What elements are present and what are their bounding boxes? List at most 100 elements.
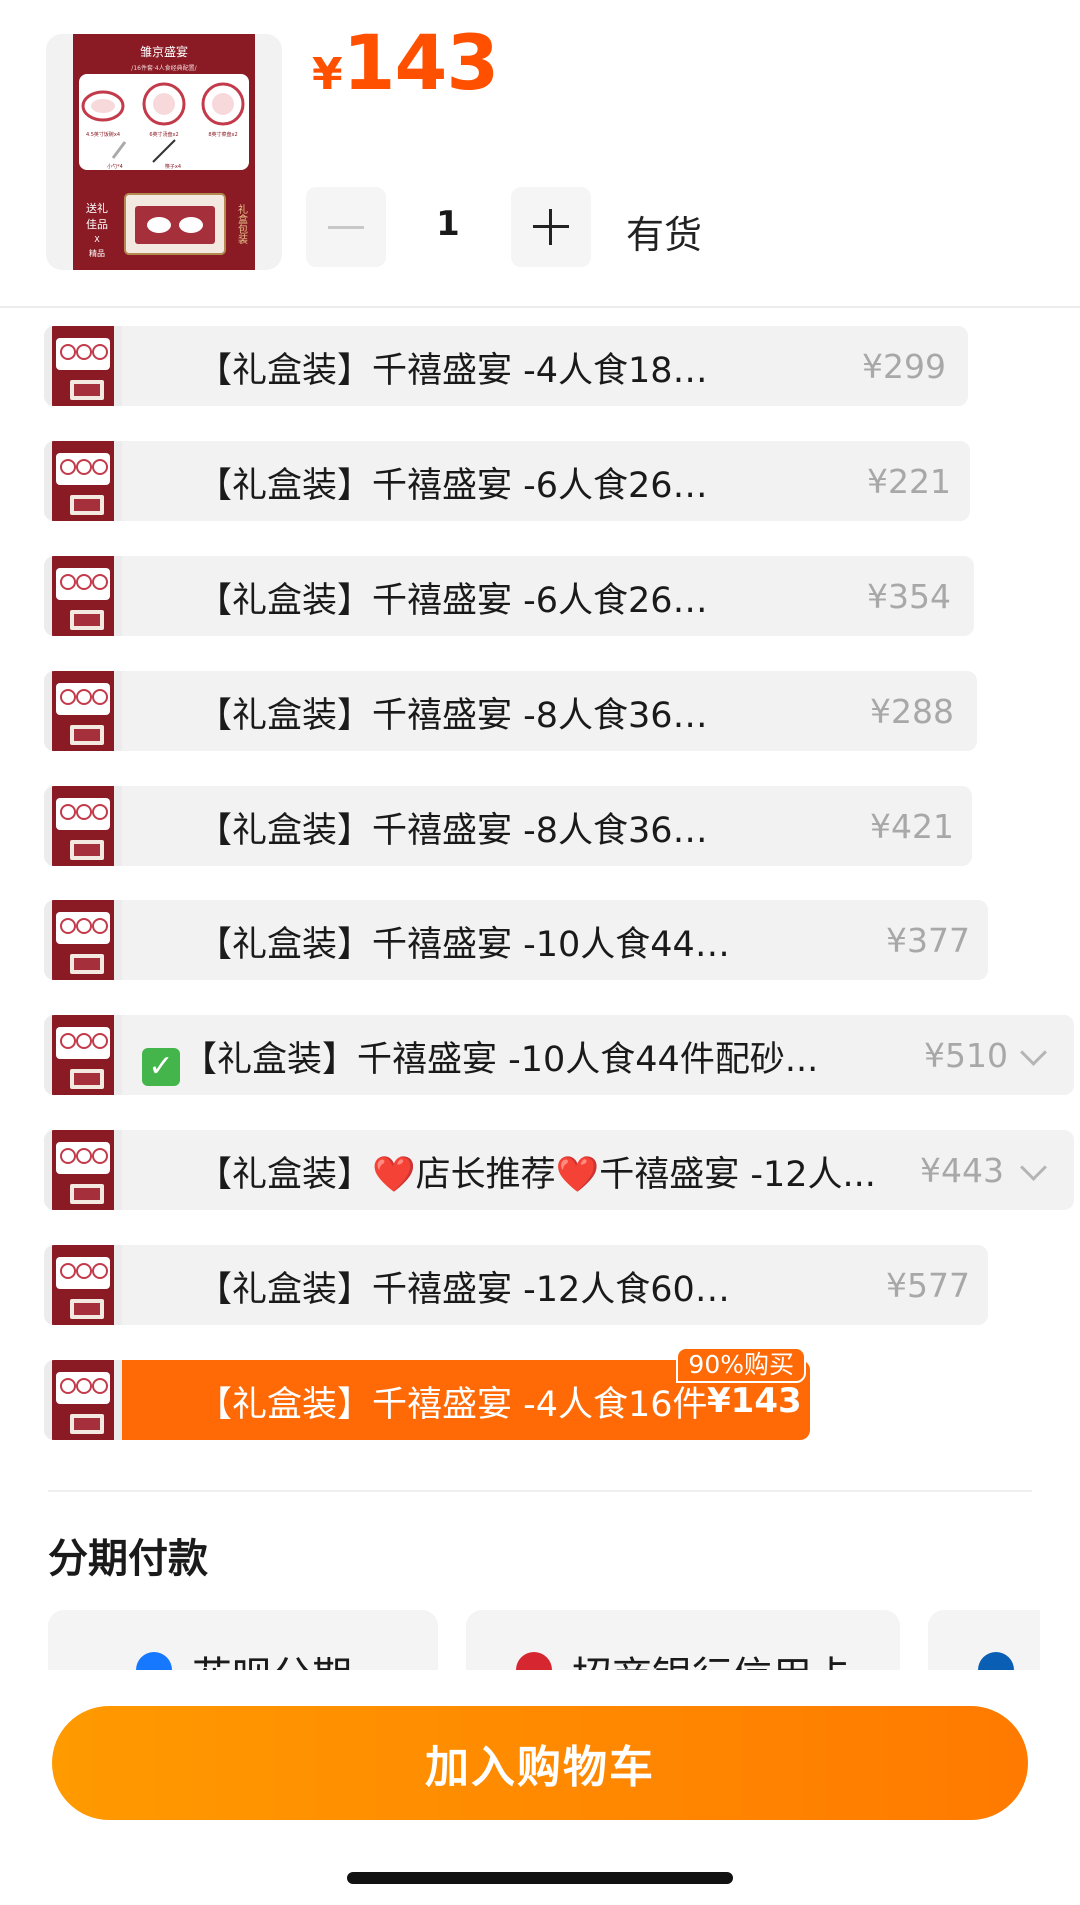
installment-option-bank[interactable] xyxy=(928,1610,1040,1670)
installment-options: 花呗分期 招商银行信用卡 xyxy=(0,1600,1040,1670)
variant-option[interactable]: 【礼盒装】❤️店长推荐❤️千禧盛宴 -12人... ¥443 xyxy=(44,1130,1074,1210)
variant-price: ¥510 xyxy=(924,1036,1008,1075)
variant-option[interactable]: 【礼盒装】千禧盛宴 -4人食16件 ¥143 90%购买 xyxy=(44,1347,810,1440)
thumb-side-text: 礼盒包装 xyxy=(236,203,248,245)
variant-price: ¥221 xyxy=(867,462,951,501)
variant-pill[interactable]: 【礼盒装】千禧盛宴 -10人食44件配汤碗 ¥377 xyxy=(122,900,988,980)
chevron-down-icon[interactable] xyxy=(1020,1039,1047,1066)
thumb-label-dish-plate: 8英寸菜盘x2 xyxy=(208,131,237,138)
variant-label-text: 【礼盒装】千禧盛宴 -10人食44件配汤碗 xyxy=(197,925,737,965)
section-divider xyxy=(48,1490,1032,1492)
stock-status: 有货 xyxy=(626,213,703,257)
variant-thumbnail xyxy=(44,1245,122,1325)
add-to-cart-button[interactable]: 加入购物车 xyxy=(52,1706,1028,1820)
variant-price: ¥377 xyxy=(886,921,970,960)
chevron-down-icon[interactable] xyxy=(1020,1154,1047,1181)
variant-pill[interactable]: 【礼盒装】千禧盛宴 -6人食26件配汤碗 ¥221 xyxy=(122,441,970,521)
variant-price: ¥421 xyxy=(870,807,954,846)
thumb-ribbon-3: X xyxy=(94,235,100,244)
current-price: ¥143 xyxy=(312,18,500,107)
installment-option-huabei[interactable]: 花呗分期 xyxy=(48,1610,438,1670)
variant-option[interactable]: 【礼盒装】千禧盛宴 -8人食36件配汤碗 ¥288 xyxy=(44,671,977,751)
variant-label-text: 【礼盒装】千禧盛宴 -4人食18件配砂锅 xyxy=(197,351,717,391)
variant-label-text: 【礼盒装】千禧盛宴 -6人食26件配汤碗 xyxy=(197,466,717,506)
variant-thumbnail xyxy=(44,556,122,636)
variant-label: 【礼盒装】千禧盛宴 -4人食16件 xyxy=(197,1376,708,1427)
quantity-increase-button[interactable] xyxy=(511,187,591,267)
variant-label-text: 【礼盒装】千禧盛宴 -8人食36件配砂锅 xyxy=(197,811,717,851)
variant-thumbnail xyxy=(44,786,122,866)
installment-option-cmb[interactable]: 招商银行信用卡 xyxy=(466,1610,900,1670)
variant-price: ¥299 xyxy=(862,347,946,386)
variant-label: 【礼盒装】千禧盛宴 -6人食26件配汤碗 xyxy=(197,457,717,508)
quantity-value[interactable]: 1 xyxy=(400,204,496,244)
bank-icon xyxy=(978,1652,1014,1670)
variant-option[interactable]: 【礼盒装】千禧盛宴 -6人食26件配汤碗 ¥221 xyxy=(44,441,970,521)
installment-label-cmb: 招商银行信用卡 xyxy=(572,1644,852,1670)
variant-thumbnail xyxy=(44,671,122,751)
variant-thumbnail xyxy=(44,1360,122,1440)
heart-icon: ❤️ xyxy=(372,1155,416,1195)
thumb-label-bowl: 4.5英寸饭碗x4 xyxy=(86,131,120,138)
variant-pill[interactable]: 【礼盒装】千禧盛宴 -8人食36件配汤碗 ¥288 xyxy=(122,671,977,751)
variant-price: ¥577 xyxy=(886,1266,970,1305)
variant-price: ¥443 xyxy=(920,1151,1004,1190)
variant-recommend-text: 店长推荐 xyxy=(415,1155,556,1195)
variant-option[interactable]: 【礼盒装】千禧盛宴 -4人食18件配砂锅 ¥299 xyxy=(44,326,968,406)
cmb-icon xyxy=(516,1652,552,1670)
variant-thumbnail xyxy=(44,441,122,521)
variant-option[interactable]: 【礼盒装】千禧盛宴 -12人食60件配砂锅 ¥577 xyxy=(44,1245,988,1325)
variant-option[interactable]: 【礼盒装】千禧盛宴 -6人食26件配砂锅 ¥354 xyxy=(44,556,974,636)
minus-icon xyxy=(328,225,364,229)
variant-price: ¥143 xyxy=(707,1381,802,1421)
thumb-ribbon-4: 精品 xyxy=(89,248,105,258)
thumb-ribbon-2: 佳品 xyxy=(86,217,108,231)
purchase-rate-badge: 90%购买 xyxy=(676,1347,806,1383)
header-divider xyxy=(0,306,1080,308)
variant-label: 【礼盒装】❤️店长推荐❤️千禧盛宴 -12人... xyxy=(197,1146,876,1197)
thumb-label-chopsticks: 筷子x4 xyxy=(165,163,181,170)
variant-pill[interactable]: ✓ 【礼盒装】千禧盛宴 -10人食44件配砂... ¥510 xyxy=(122,1015,1074,1095)
variant-option[interactable]: 【礼盒装】千禧盛宴 -10人食44件配汤碗 ¥377 xyxy=(44,900,988,980)
thumb-title: 雏京盛宴 xyxy=(140,44,188,59)
variant-pill[interactable]: 【礼盒装】千禧盛宴 -4人食18件配砂锅 ¥299 xyxy=(122,326,968,406)
variant-option[interactable]: ✓ 【礼盒装】千禧盛宴 -10人食44件配砂... ¥510 xyxy=(44,1015,1074,1095)
variant-price: ¥354 xyxy=(867,577,951,616)
heart-icon: ❤️ xyxy=(555,1155,600,1195)
variant-thumbnail xyxy=(44,326,122,406)
thumb-ribbon-1: 送礼 xyxy=(86,201,108,215)
variant-label: 【礼盒装】千禧盛宴 -12人食60件配砂锅 xyxy=(197,1261,737,1312)
variant-price: ¥288 xyxy=(870,692,954,731)
thumb-label-soup-plate: 6英寸汤盘x2 xyxy=(149,131,178,138)
thumb-label-spoon: 小勺*4 xyxy=(107,163,123,170)
variant-thumbnail xyxy=(44,1015,122,1095)
variant-pill[interactable]: 【礼盒装】❤️店长推荐❤️千禧盛宴 -12人... ¥443 xyxy=(122,1130,1074,1210)
price-value: 143 xyxy=(342,18,500,107)
sku-header: 雏京盛宴 /16件套·4人食经典配置/ 4.5英寸饭碗x4 6英寸汤盘x2 8英… xyxy=(0,0,1080,308)
variant-label: 【礼盒装】千禧盛宴 -8人食36件配砂锅 xyxy=(197,802,717,853)
variant-pill[interactable]: 【礼盒装】千禧盛宴 -12人食60件配砂锅 ¥577 xyxy=(122,1245,988,1325)
variant-option[interactable]: 【礼盒装】千禧盛宴 -8人食36件配砂锅 ¥421 xyxy=(44,786,972,866)
variant-label-text: 【礼盒装】千禧盛宴 -10人食44件配砂... xyxy=(182,1040,819,1080)
variant-pill[interactable]: 【礼盒装】千禧盛宴 -8人食36件配砂锅 ¥421 xyxy=(122,786,972,866)
product-main-image[interactable]: 雏京盛宴 /16件套·4人食经典配置/ 4.5英寸饭碗x4 6英寸汤盘x2 8英… xyxy=(46,34,282,270)
variant-label-text: 【礼盒装】千禧盛宴 -4人食16件 xyxy=(197,1385,708,1425)
thumb-subtitle: /16件套·4人食经典配置/ xyxy=(131,64,197,72)
price-symbol: ¥ xyxy=(312,49,343,100)
installment-label-huabei: 花呗分期 xyxy=(192,1644,352,1670)
variant-selected-pill[interactable]: 【礼盒装】千禧盛宴 -4人食16件 ¥143 90%购买 xyxy=(122,1347,810,1440)
home-indicator xyxy=(347,1872,733,1884)
variant-label-text: 【礼盒装】 xyxy=(197,1155,373,1195)
variant-label: 【礼盒装】千禧盛宴 -6人食26件配砂锅 xyxy=(197,572,717,623)
variant-label: 【礼盒装】千禧盛宴 -8人食36件配汤碗 xyxy=(197,687,717,738)
variant-thumbnail xyxy=(44,1130,122,1210)
variant-label: ✓ 【礼盒装】千禧盛宴 -10人食44件配砂... xyxy=(142,1031,818,1086)
variant-label: 【礼盒装】千禧盛宴 -4人食18件配砂锅 xyxy=(197,342,717,393)
variant-pill[interactable]: 【礼盒装】千禧盛宴 -6人食26件配砂锅 ¥354 xyxy=(122,556,974,636)
check-mark-icon: ✓ xyxy=(142,1048,180,1086)
variant-label-text: 千禧盛宴 -12人... xyxy=(599,1155,876,1195)
huabei-icon xyxy=(136,1652,172,1670)
variant-label-text: 【礼盒装】千禧盛宴 -12人食60件配砂锅 xyxy=(197,1270,737,1310)
quantity-decrease-button[interactable] xyxy=(306,187,386,267)
variant-label: 【礼盒装】千禧盛宴 -10人食44件配汤碗 xyxy=(197,916,737,967)
